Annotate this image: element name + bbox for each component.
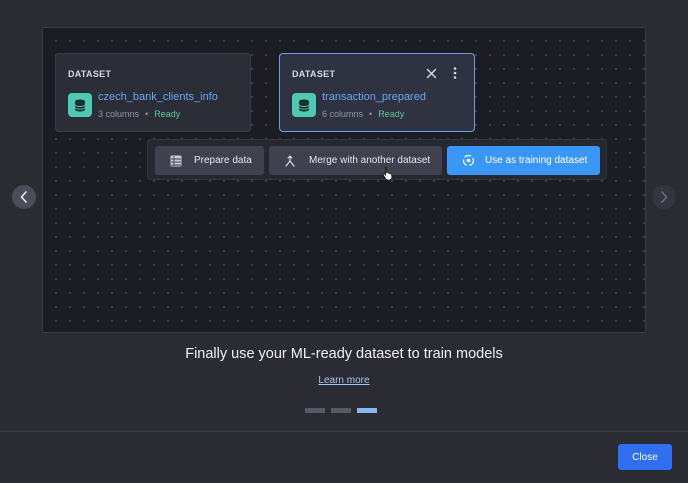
dataset-name[interactable]: transaction_prepared <box>322 91 426 103</box>
close-icon[interactable] <box>424 66 438 80</box>
slide-pagination <box>305 408 377 413</box>
next-slide-button[interactable] <box>652 185 676 209</box>
pagination-dot-2[interactable] <box>331 408 351 413</box>
status-badge: Ready <box>154 109 181 119</box>
card-actions <box>424 66 462 80</box>
chevron-left-icon <box>20 191 27 203</box>
merge-icon <box>283 154 297 168</box>
dataset-meta: 6 columns • Ready <box>322 109 404 119</box>
workflow-canvas: DATASET czech_bank_clients_info 3 column… <box>42 27 646 333</box>
database-icon <box>292 93 316 117</box>
more-vertical-icon[interactable] <box>448 66 462 80</box>
learn-more-link[interactable]: Learn more <box>0 375 688 386</box>
database-icon <box>68 93 92 117</box>
hand-cursor-icon <box>382 166 394 181</box>
previous-slide-button[interactable] <box>12 185 36 209</box>
card-type-label: DATASET <box>68 69 112 79</box>
footer-divider <box>0 431 688 432</box>
merge-dataset-label: Merge with another dataset <box>309 155 431 166</box>
pagination-dot-1[interactable] <box>305 408 325 413</box>
column-count: 6 columns <box>322 109 364 119</box>
use-as-training-dataset-button[interactable]: Use as training dataset <box>447 146 600 175</box>
card-type-label: DATASET <box>292 69 336 79</box>
dataset-action-toolbar: Prepare data Merge with another dataset … <box>147 139 607 180</box>
dataset-meta: 3 columns • Ready <box>98 109 180 119</box>
separator-dot: • <box>145 109 149 119</box>
prepare-data-label: Prepare data <box>194 155 252 166</box>
training-icon <box>461 154 475 168</box>
merge-dataset-button[interactable]: Merge with another dataset <box>269 146 442 175</box>
prepare-data-button[interactable]: Prepare data <box>155 146 264 175</box>
dataset-name[interactable]: czech_bank_clients_info <box>98 91 218 103</box>
table-icon <box>169 154 183 168</box>
use-as-training-label: Use as training dataset <box>485 155 588 166</box>
separator-dot: • <box>369 109 373 119</box>
close-button[interactable]: Close <box>618 444 672 470</box>
column-count: 3 columns <box>98 109 140 119</box>
chevron-right-icon <box>661 191 668 203</box>
dataset-card-selected[interactable]: DATASET transaction_prepared 6 columns • R… <box>279 53 475 132</box>
pagination-dot-3-active[interactable] <box>357 408 377 413</box>
dataset-card[interactable]: DATASET czech_bank_clients_info 3 column… <box>55 53 251 132</box>
status-badge: Ready <box>378 109 405 119</box>
slide-caption: Finally use your ML-ready dataset to tra… <box>185 346 503 362</box>
